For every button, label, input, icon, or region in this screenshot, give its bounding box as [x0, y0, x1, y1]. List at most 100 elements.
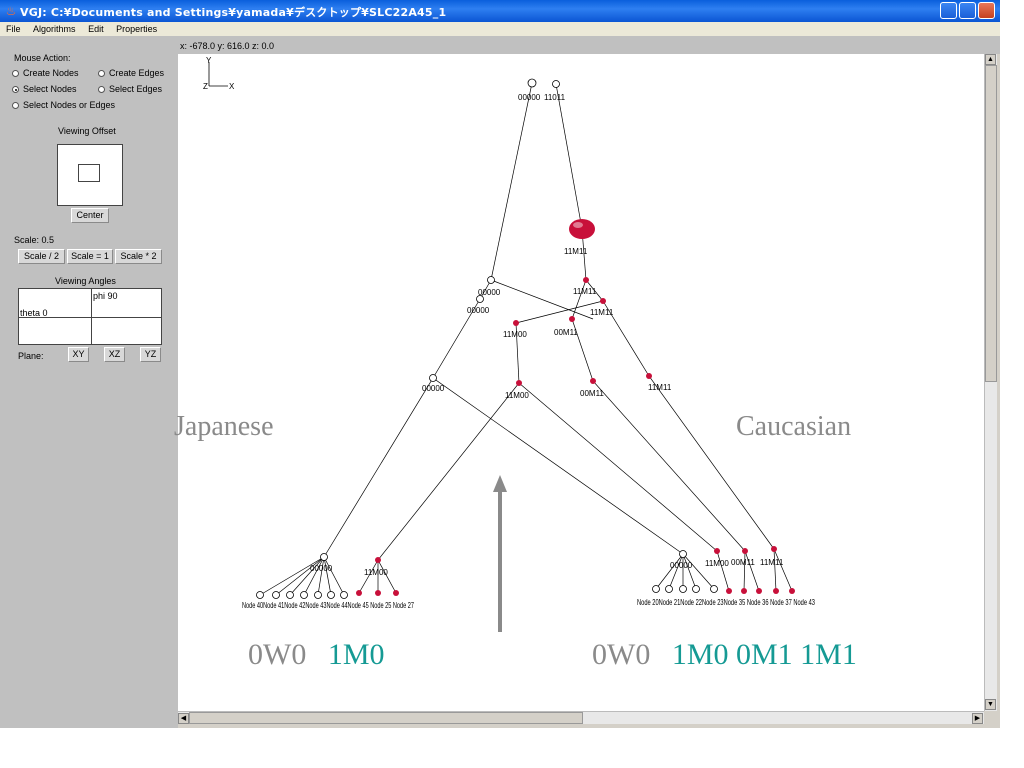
graph-node[interactable] [771, 546, 777, 552]
graph-node[interactable] [590, 378, 596, 384]
graph-node[interactable] [583, 277, 589, 283]
edge[interactable] [682, 553, 697, 590]
edge[interactable] [259, 556, 325, 596]
leaf-node[interactable] [710, 585, 718, 593]
caucasian-label: Caucasian [736, 411, 852, 442]
radio-select-edges[interactable] [98, 86, 105, 93]
leaf-node[interactable] [789, 588, 795, 594]
edge[interactable] [555, 83, 583, 230]
graph-node[interactable] [527, 78, 537, 88]
edge[interactable] [490, 82, 533, 281]
leaf-node[interactable] [741, 588, 747, 594]
graph-node[interactable] [516, 380, 522, 386]
plane-xz-button[interactable]: XZ [104, 347, 125, 362]
selected-graph-node[interactable] [569, 219, 595, 239]
leaf-node[interactable] [665, 585, 673, 593]
scale-double-button[interactable]: Scale * 2 [115, 249, 162, 264]
edge[interactable] [716, 550, 730, 592]
graph-node[interactable] [679, 550, 687, 558]
edge[interactable] [275, 556, 325, 596]
plane-yz-button[interactable]: YZ [140, 347, 161, 362]
plane-xy-button[interactable]: XY [68, 347, 89, 362]
close-button[interactable] [978, 2, 995, 19]
edge[interactable] [432, 377, 684, 555]
graph-node[interactable] [552, 80, 560, 88]
edge[interactable] [518, 382, 718, 552]
graph-node[interactable] [714, 548, 720, 554]
maximize-button[interactable] [959, 2, 976, 19]
menu-algorithms[interactable]: Algorithms [33, 24, 76, 34]
radio-select-nodes-or-edges[interactable] [12, 102, 19, 109]
leaf-node[interactable] [692, 585, 700, 593]
leaf-node[interactable] [393, 590, 399, 596]
scroll-down-arrow[interactable]: ▼ [985, 699, 996, 710]
center-button[interactable]: Center [71, 208, 109, 223]
graph-node[interactable] [569, 316, 575, 322]
leaf-node[interactable] [375, 590, 381, 596]
graph-node[interactable] [487, 276, 495, 284]
menu-file[interactable]: File [6, 24, 21, 34]
leaf-node[interactable] [256, 591, 264, 599]
scroll-left-arrow[interactable]: ◀ [178, 713, 189, 724]
left-genotype-caption: 0W0 1M0 [248, 638, 385, 672]
scale-half-button[interactable]: Scale / 2 [18, 249, 65, 264]
node-label: 11M11 [590, 308, 614, 317]
scroll-right-arrow[interactable]: ▶ [972, 713, 983, 724]
graph-node[interactable] [513, 320, 519, 326]
edge[interactable] [490, 279, 594, 320]
horizontal-scrollbar[interactable]: ◀ ▶ [178, 711, 984, 724]
edge[interactable] [668, 553, 684, 590]
graph-node[interactable] [476, 295, 484, 303]
edge[interactable] [323, 556, 345, 596]
vertical-scrollbar[interactable]: ▲ ▼ [984, 54, 997, 711]
radio-select-nodes[interactable] [12, 86, 19, 93]
horizontal-scroll-thumb[interactable] [189, 712, 583, 724]
edge[interactable] [377, 382, 520, 561]
leaf-node[interactable] [286, 591, 294, 599]
edge[interactable] [773, 548, 793, 592]
menu-edit[interactable]: Edit [88, 24, 104, 34]
graph-node[interactable] [429, 374, 437, 382]
graph-node[interactable] [375, 557, 381, 563]
edge[interactable] [655, 553, 684, 590]
leaf-node[interactable] [340, 591, 348, 599]
edge[interactable] [571, 279, 587, 320]
edge[interactable] [743, 550, 746, 592]
graph-canvas[interactable]: Y Z X 00000 11011 11M11 11M11 11M11 0000… [174, 54, 984, 711]
edge[interactable] [323, 377, 434, 558]
leaf-node[interactable] [652, 585, 660, 593]
radio-create-edges[interactable] [98, 70, 105, 77]
leaf-node[interactable] [272, 591, 280, 599]
menu-properties[interactable]: Properties [116, 24, 157, 34]
scroll-up-arrow[interactable]: ▲ [985, 54, 996, 65]
viewing-angles-pad[interactable]: phi 90 theta 0 [18, 288, 162, 345]
edge[interactable] [592, 380, 746, 552]
leaf-node[interactable] [679, 585, 687, 593]
graph-node[interactable] [600, 298, 606, 304]
graph-node[interactable] [320, 553, 328, 561]
edge[interactable] [744, 550, 760, 592]
edge[interactable] [773, 548, 777, 592]
viewing-offset-pad[interactable] [57, 144, 123, 206]
edge[interactable] [323, 556, 332, 596]
title-bar[interactable]: ♨ VGJ: C:¥Documents and Settings¥yamada¥… [0, 0, 1000, 22]
radio-create-nodes[interactable] [12, 70, 19, 77]
leaf-node[interactable] [756, 588, 762, 594]
vertical-scroll-thumb[interactable] [985, 65, 997, 382]
left-gray-genotype: 0W0 [248, 638, 307, 671]
leaf-node[interactable] [327, 591, 335, 599]
graph-node[interactable] [742, 548, 748, 554]
scale-reset-button[interactable]: Scale = 1 [67, 249, 113, 264]
menu-bar: File Algorithms Edit Properties [0, 22, 1000, 36]
leaf-node[interactable] [356, 590, 362, 596]
graph-node[interactable] [646, 373, 652, 379]
offset-viewport-indicator[interactable] [78, 164, 100, 182]
leaf-node[interactable] [726, 588, 732, 594]
graph-svg[interactable]: Y Z X 00000 11011 11M11 11M11 11M11 0000… [178, 54, 984, 711]
edge[interactable] [648, 375, 775, 550]
minimize-button[interactable] [940, 2, 957, 19]
leaf-node[interactable] [314, 591, 322, 599]
leaf-node[interactable] [300, 591, 308, 599]
leaf-node[interactable] [773, 588, 779, 594]
viewing-offset-label: Viewing Offset [58, 126, 116, 136]
